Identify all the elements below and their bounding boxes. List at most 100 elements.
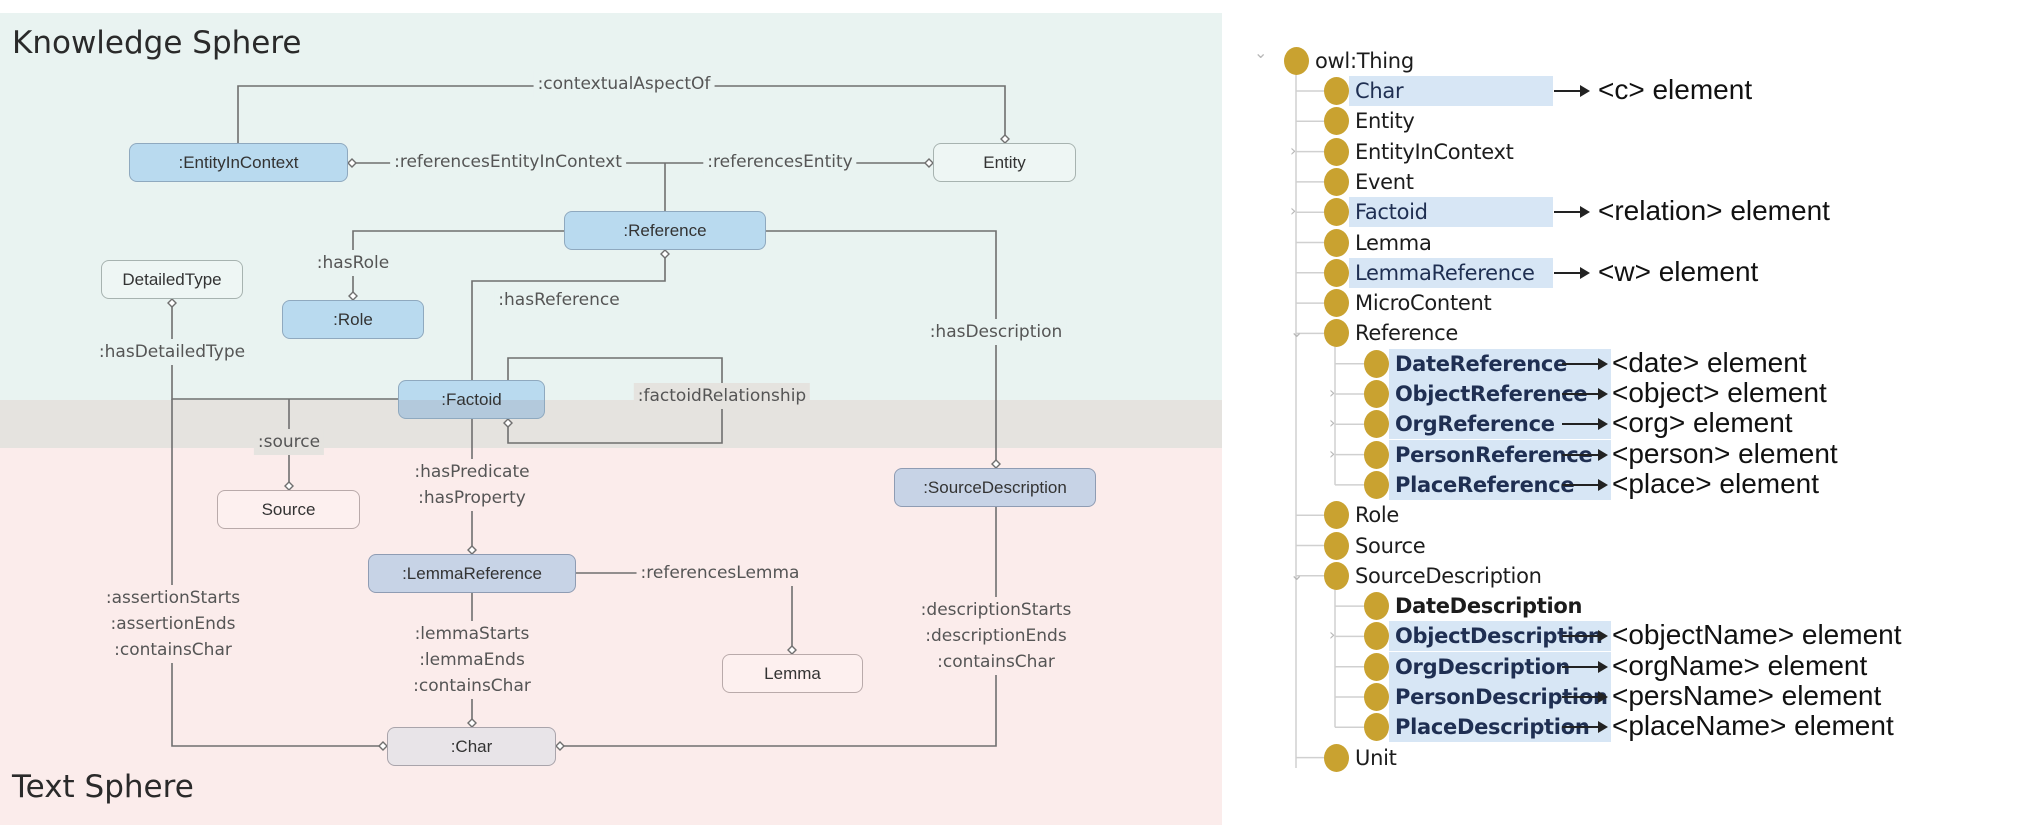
mapping-arrow-icon (1562, 388, 1608, 400)
tree-item-role[interactable]: Role (1324, 500, 1399, 530)
class-bullet-icon (1324, 743, 1349, 772)
expand-icon[interactable]: › (1329, 413, 1335, 432)
node-factoid[interactable]: :Factoid (398, 380, 545, 419)
class-bullet-icon (1364, 470, 1389, 499)
tree-item-char[interactable]: Char (1324, 76, 1553, 106)
edge-label-has-property: :hasProperty (418, 488, 526, 508)
diagram-canvas (0, 13, 1222, 825)
mapping-arrow-icon (1562, 478, 1608, 491)
tree-item-label: Reference (1355, 321, 1459, 346)
edge-label-lemma-contains-char: :containsChar (413, 676, 531, 696)
tree-item-label: Factoid (1349, 197, 1553, 228)
mapping-arrow-icon (1562, 691, 1608, 703)
class-bullet-icon (1364, 683, 1389, 711)
tree-item-label: SourceDescription (1355, 563, 1542, 588)
tree-root-label: owl:Thing (1315, 49, 1414, 73)
tei-element-mapping: <placeName> element (1612, 710, 1894, 742)
expand-icon[interactable]: › (1329, 444, 1335, 463)
edge-label-has-description: :hasDescription (925, 319, 1067, 345)
tree-item-unit[interactable]: Unit (1324, 743, 1397, 773)
class-bullet-icon (1324, 167, 1349, 196)
edge-label-assertion-ends: :assertionEnds (110, 614, 236, 634)
tree-item-lemma[interactable]: Lemma (1324, 228, 1432, 258)
edge-label-contextual-aspect-of: :contextualAspectOf (533, 71, 715, 97)
node-source[interactable]: Source (217, 490, 360, 529)
class-bullet-icon (1324, 258, 1349, 287)
mapping-arrow-icon (1562, 660, 1608, 673)
tei-element-mapping: <place> element (1612, 467, 1820, 499)
ontology-diagram: Knowledge Sphere Text Sphere :EntityInCo… (0, 13, 1222, 825)
edge-label-description-starts: :descriptionStarts (920, 600, 1072, 620)
tei-element-mapping: <person> element (1612, 437, 1838, 469)
mapping-arrow-icon (1554, 206, 1590, 219)
node-char[interactable]: :Char (387, 727, 556, 766)
collapse-icon[interactable]: ⌄ (1290, 322, 1303, 341)
class-bullet-icon (1324, 107, 1349, 136)
expand-icon[interactable]: › (1290, 201, 1296, 220)
class-bullet-icon (1324, 561, 1349, 590)
tree-item-factoid[interactable]: Factoid (1324, 197, 1553, 228)
node-detailed-type[interactable]: DetailedType (101, 260, 243, 299)
class-bullet-icon (1324, 289, 1349, 318)
mapping-arrow-icon (1554, 266, 1590, 279)
edge-label-description-group: :descriptionStarts :descriptionEnds :con… (916, 597, 1076, 675)
tei-element-mapping: <orgName> element (1612, 649, 1868, 681)
tree-item-source-description[interactable]: SourceDescription (1324, 561, 1542, 591)
edge-label-source: :source (253, 429, 325, 455)
tree-item-label: Source (1355, 533, 1426, 558)
class-bullet-icon (1324, 531, 1349, 560)
tree-item-label: Lemma (1355, 230, 1432, 255)
node-lemma[interactable]: Lemma (722, 654, 863, 693)
edge-label-has-predicate: :hasPredicate (414, 462, 530, 482)
expand-icon[interactable]: › (1290, 141, 1296, 160)
mapping-arrow-icon (1562, 418, 1608, 431)
edge-label-assertion-group: :assertionStarts :assertionEnds :contain… (101, 585, 245, 663)
expand-icon[interactable]: › (1329, 383, 1335, 402)
tree-item-event[interactable]: Event (1324, 167, 1414, 197)
class-bullet-icon (1324, 77, 1349, 105)
tei-element-mapping: <relation> element (1598, 195, 1830, 227)
edge-label-lemma-ends: :lemmaEnds (419, 650, 525, 670)
tree-item-source[interactable]: Source (1324, 531, 1426, 561)
tei-element-mapping: <object> element (1612, 377, 1827, 408)
edge-label-factoid-relationship: :factoidRelationship (633, 383, 811, 409)
tree-item-lemma-reference[interactable]: LemmaReference (1324, 257, 1553, 288)
knowledge-sphere-title: Knowledge Sphere (12, 25, 302, 61)
class-bullet-icon (1364, 349, 1389, 378)
expand-icon[interactable]: › (1329, 625, 1335, 644)
edge-label-references-lemma: :referencesLemma (636, 560, 804, 586)
class-bullet-icon (1324, 137, 1349, 166)
tree-item-reference[interactable]: Reference (1324, 318, 1458, 348)
edge-label-lemma-group: :lemmaStarts :lemmaEnds :containsChar (409, 621, 535, 699)
edge-label-references-entity: :referencesEntity (703, 149, 857, 175)
mapping-arrow-icon (1562, 630, 1608, 643)
tree-root-owl-thing[interactable]: owl:Thing (1284, 46, 1414, 76)
tree-item-micro-content[interactable]: MicroContent (1324, 288, 1492, 318)
class-bullet-icon (1364, 440, 1389, 469)
collapse-icon[interactable]: ⌄ (1290, 565, 1303, 584)
class-bullet-icon (1364, 380, 1389, 408)
tree-item-label: MicroContent (1355, 291, 1492, 316)
edge-label-references-entity-in-context: :referencesEntityInContext (390, 149, 626, 175)
edge-label-description-ends: :descriptionEnds (925, 626, 1067, 646)
node-entity-in-context[interactable]: :EntityInContext (129, 143, 348, 182)
tree-item-date-description[interactable]: DateDescription (1364, 591, 1583, 621)
tree-item-label: EntityInContext (1355, 139, 1514, 164)
tei-element-mapping: <objectName> element (1612, 619, 1902, 651)
edge-label-has-detailed-type: :hasDetailedType (94, 339, 250, 365)
tei-element-mapping: <org> element (1612, 407, 1793, 439)
class-bullet-icon (1284, 47, 1309, 75)
class-bullet-icon (1364, 592, 1389, 621)
edge-label-assertion-starts: :assertionStarts (105, 588, 241, 608)
node-reference[interactable]: :Reference (564, 211, 766, 250)
sphere-boundary-band (0, 400, 1222, 448)
tree-item-entity-in-context[interactable]: EntityInContext (1324, 137, 1514, 167)
node-role[interactable]: :Role (282, 300, 424, 339)
node-entity[interactable]: Entity (933, 143, 1076, 182)
tree-item-label: LemmaReference (1349, 257, 1553, 288)
node-lemma-reference[interactable]: :LemmaReference (368, 554, 576, 593)
mapping-arrow-icon (1554, 85, 1590, 97)
node-source-description[interactable]: :SourceDescription (894, 468, 1096, 507)
tree-item-entity[interactable]: Entity (1324, 106, 1415, 136)
collapse-icon[interactable]: ⌄ (1254, 43, 1267, 62)
